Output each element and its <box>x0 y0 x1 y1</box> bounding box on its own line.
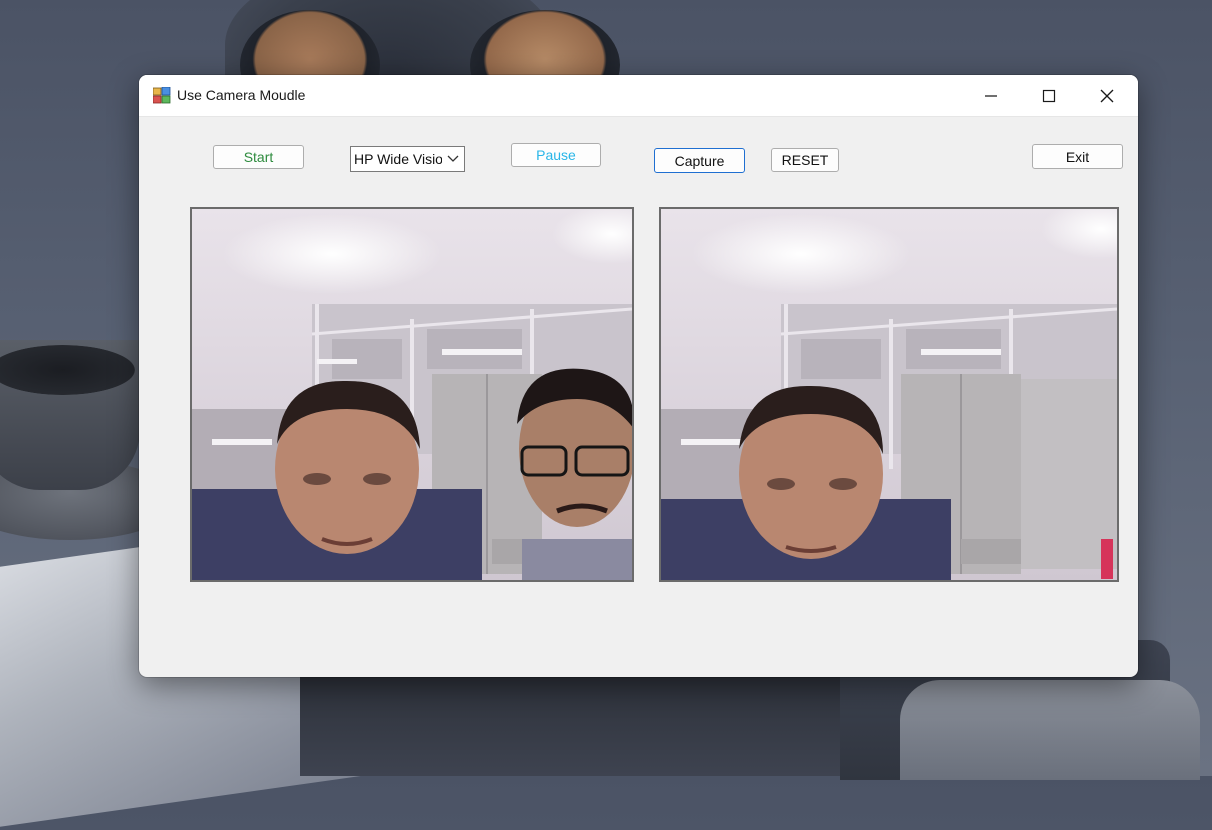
camera-frame-image <box>192 209 632 580</box>
camera-select[interactable]: HP Wide Vision <box>350 146 465 172</box>
maximize-icon <box>1042 89 1056 102</box>
captured-image <box>659 207 1119 582</box>
pause-button[interactable]: Pause <box>511 143 601 167</box>
window-title: Use Camera Moudle <box>177 87 306 103</box>
maximize-button[interactable] <box>1020 75 1078 116</box>
close-icon <box>1100 89 1114 102</box>
wallpaper-shape <box>900 680 1200 780</box>
reset-button[interactable]: RESET <box>771 148 839 172</box>
wallpaper-shape <box>300 676 860 776</box>
app-icon <box>153 87 171 104</box>
close-button[interactable] <box>1078 75 1136 116</box>
minimize-icon <box>985 94 997 97</box>
camera-select-value: HP Wide Vision <box>354 151 442 167</box>
chevron-down-icon <box>447 155 459 162</box>
capture-button[interactable]: Capture <box>654 148 745 173</box>
camera-live-feed <box>190 207 634 582</box>
app-window: Use Camera Moudle Start HP Wide Vision P… <box>139 75 1138 677</box>
title-bar[interactable]: Use Camera Moudle <box>139 75 1138 117</box>
captured-frame-image <box>661 209 1117 580</box>
exit-button[interactable]: Exit <box>1032 144 1123 169</box>
start-button[interactable]: Start <box>213 145 304 169</box>
minimize-button[interactable] <box>962 75 1020 116</box>
